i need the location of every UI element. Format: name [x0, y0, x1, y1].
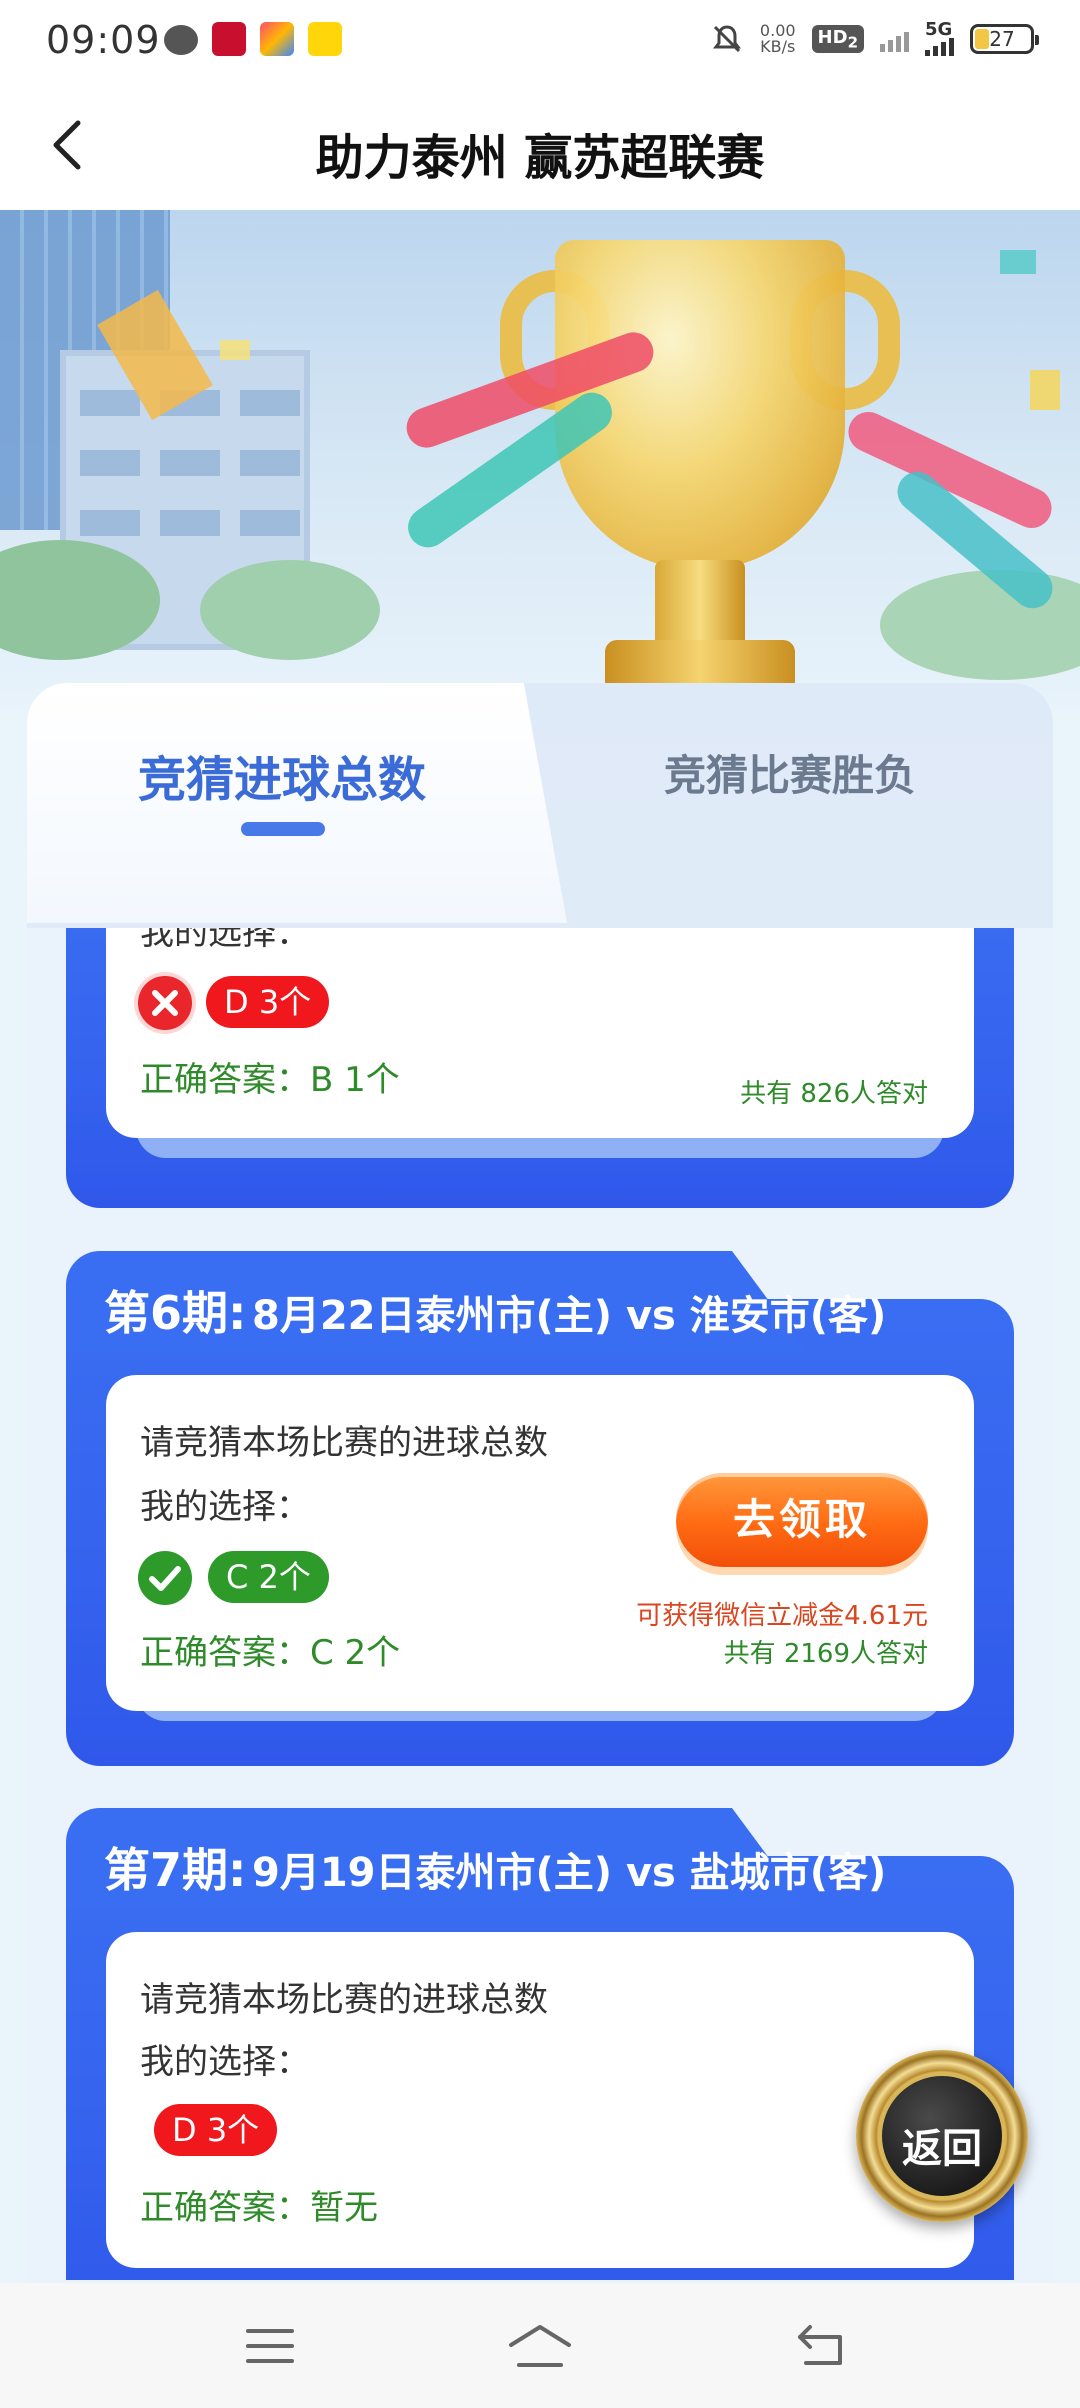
hd-sub: 2 [847, 33, 858, 52]
correct-answer: 正确答案：C 2个 [140, 1633, 401, 1673]
page-title: 助力泰州 赢苏超联赛 [315, 130, 765, 186]
confetti-image [1030, 370, 1060, 410]
hd-label: HD [817, 26, 848, 48]
claim-reward-button[interactable]: 去领取 [676, 1473, 928, 1567]
hero-banner [0, 210, 1080, 710]
question-card: 请竞猜本场比赛的进球总数 我的选择： C 2个 正确答案：C 2个 去领取 可获… [106, 1375, 974, 1711]
correct-mark-icon [138, 1551, 192, 1605]
signal-5g: 5G [925, 19, 954, 56]
home-button[interactable] [505, 2321, 575, 2371]
confetti-image [220, 340, 250, 360]
choice-chip: D 3个 [206, 976, 330, 1028]
network-speed-unit: KB/s [760, 37, 796, 56]
reward-text: 可获得微信立减金4.61元 [636, 1601, 928, 1631]
round-header: 第7期: 9月19日泰州市(主) vs 盐城市(客) [104, 1834, 886, 1900]
back-icon [798, 2325, 842, 2365]
system-back-button[interactable] [792, 2321, 852, 2371]
wrong-mark-icon [138, 976, 192, 1030]
game-app-icon [260, 22, 294, 56]
network-speed: 0.00 KB/s [760, 23, 796, 55]
my-choice-label: 我的选择： [140, 928, 310, 953]
system-nav-bar [0, 2283, 1080, 2408]
round-number: 第6期: [104, 1286, 247, 1340]
my-choice-label: 我的选择： [140, 2042, 310, 2082]
hd-badge: HD2 [811, 24, 864, 54]
correct-count: 共有 826人答对 [740, 1079, 928, 1109]
tab-guess-goals-label[interactable]: 竞猜进球总数 [27, 740, 537, 810]
system-status-icons: 0.00 KB/s HD2 5G 27 [710, 19, 1039, 56]
choice-chip: C 2个 [208, 1551, 329, 1603]
battery-icon: 27 [970, 24, 1039, 54]
tab-guess-result[interactable]: 竞猜比赛胜负 [560, 742, 1020, 803]
round-match: 9月19日泰州市(主) vs 盐城市(客) [251, 1850, 887, 1896]
return-button-face: 返回 [878, 2072, 1006, 2200]
correct-count: 共有 2169人答对 [723, 1639, 928, 1669]
round-card: 第7期: 9月19日泰州市(主) vs 盐城市(客) 请竞猜本场比赛的进球总数 … [66, 1808, 1014, 2280]
round-card: 第6期: 8月22日泰州市(主) vs 淮安市(客) 请竞猜本场比赛的进球总数 … [66, 1251, 1014, 1766]
nav-bar: 助力泰州 赢苏超联赛 [0, 80, 1080, 210]
trophy-stem [655, 560, 745, 650]
battery-level: 27 [989, 27, 1015, 51]
question-text: 请竞猜本场比赛的进球总数 [140, 1980, 548, 2020]
question-text: 请竞猜本场比赛的进球总数 [140, 1423, 548, 1463]
choice-chip: D 3个 [154, 2104, 278, 2156]
correct-answer: 正确答案：B 1个 [140, 1060, 400, 1100]
status-time: 09:09 [46, 18, 161, 62]
return-float-button[interactable]: 返回 [856, 2050, 1028, 2222]
chat-notification-icon [164, 25, 198, 55]
home-icon [509, 2325, 571, 2367]
menu-button[interactable] [240, 2321, 300, 2371]
correct-answer: 正确答案：暂无 [140, 2188, 378, 2228]
round-header: 第6期: 8月22日泰州市(主) vs 淮安市(客) [104, 1277, 886, 1343]
round-match: 8月22日泰州市(主) vs 淮安市(客) [251, 1293, 887, 1339]
my-choice-label: 我的选择： [140, 1487, 310, 1527]
network-type: 5G [925, 19, 953, 40]
status-bar: 09:09 0.00 KB/s HD2 5G 27 [0, 0, 1080, 80]
return-label: 返回 [902, 2126, 982, 2172]
round-number: 第7期: [104, 1843, 247, 1897]
notification-icons [164, 22, 342, 56]
signal-weak-icon [880, 26, 909, 52]
bank-app-icon [212, 22, 246, 56]
question-card: 我的选择： D 3个 正确答案：B 1个 共有 826人答对 [106, 928, 974, 1138]
mute-bell-icon [712, 25, 741, 53]
confetti-image [1000, 250, 1036, 274]
tree-image [200, 560, 380, 660]
menu-icon [246, 2329, 294, 2363]
question-card: 请竞猜本场比赛的进球总数 我的选择： D 3个 正确答案：暂无 [106, 1932, 974, 2268]
shop-app-icon [308, 22, 342, 56]
signal-strong-icon [925, 38, 954, 56]
round-card: 我的选择： D 3个 正确答案：B 1个 共有 826人答对 [66, 928, 1014, 1208]
tab-active-indicator [241, 822, 325, 836]
